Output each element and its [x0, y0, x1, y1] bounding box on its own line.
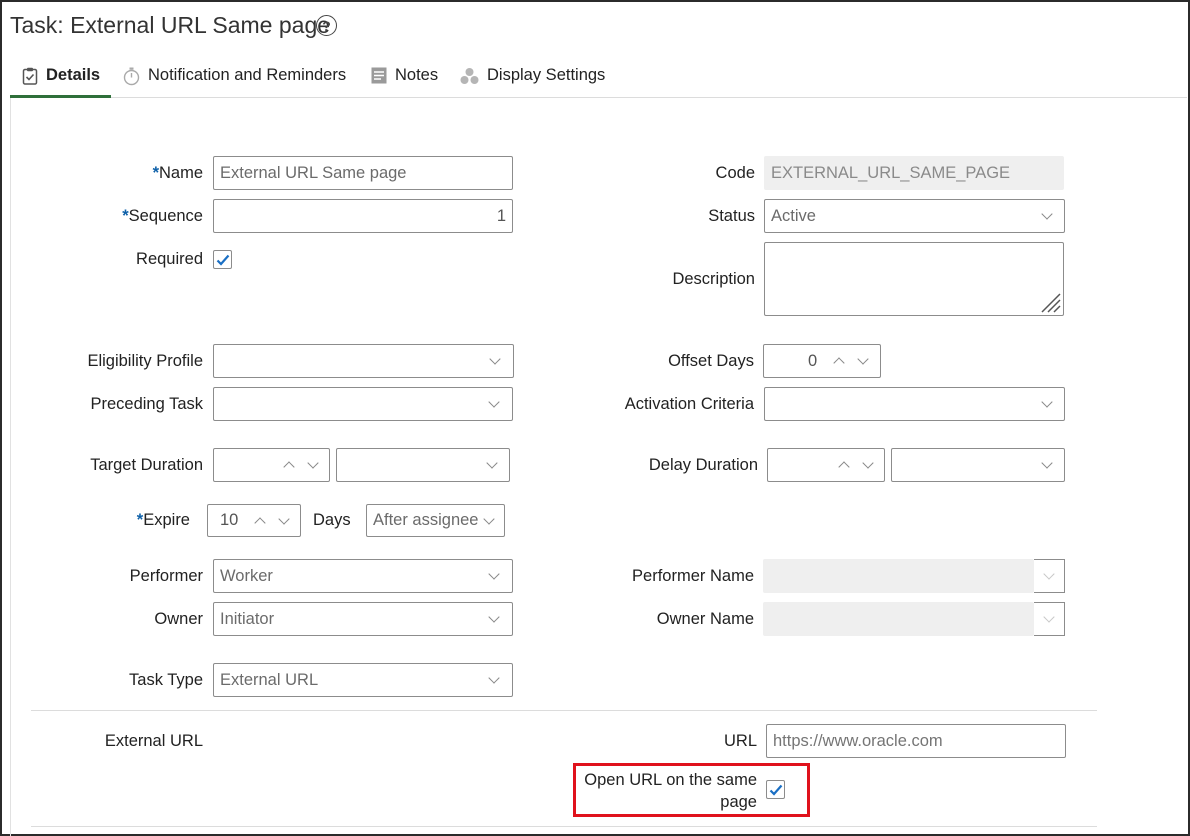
open-same-page-checkbox[interactable]	[766, 780, 785, 799]
offset-days-stepper[interactable]: 0	[763, 344, 881, 378]
description-textarea[interactable]	[764, 242, 1064, 316]
tab-notes[interactable]: Notes	[371, 66, 438, 97]
performer-select[interactable]: Worker	[213, 559, 513, 593]
tab-label: Notification and Reminders	[148, 66, 347, 84]
expire-label: *Expire	[136, 511, 190, 529]
eligibility-profile-select[interactable]	[213, 344, 514, 378]
code-field: EXTERNAL_URL_SAME_PAGE	[764, 156, 1064, 190]
chevron-down-icon[interactable]	[862, 457, 874, 469]
activation-criteria-label: Activation Criteria	[624, 395, 754, 413]
owner-name-field	[763, 602, 1034, 636]
chevron-down-icon	[488, 396, 500, 408]
chevron-down-icon	[489, 353, 501, 365]
chevron-up-icon[interactable]	[254, 517, 266, 529]
expire-days-label: Days	[313, 511, 351, 529]
delay-duration-stepper[interactable]	[767, 448, 885, 482]
expire-after-select[interactable]: After assignee	[366, 504, 505, 537]
performer-label: Performer	[129, 567, 203, 585]
checkmark-icon	[216, 254, 229, 266]
active-tab-indicator	[10, 95, 111, 98]
chevron-down-icon	[1043, 568, 1055, 580]
tab-label: Notes	[395, 66, 439, 84]
status-select[interactable]: Active	[764, 199, 1065, 233]
tab-display-settings[interactable]: Display Settings	[460, 66, 605, 97]
external-url-heading: External URL	[104, 732, 203, 750]
preceding-task-select[interactable]	[213, 387, 513, 421]
chevron-down-icon	[1043, 611, 1055, 623]
performer-name-dropdown	[1034, 559, 1065, 593]
target-duration-stepper[interactable]	[213, 448, 330, 482]
stopwatch-icon	[123, 67, 140, 91]
chevron-down-icon	[488, 568, 500, 580]
display-settings-icon	[460, 67, 479, 90]
section-divider	[31, 826, 1097, 827]
preceding-task-label: Preceding Task	[90, 395, 203, 413]
chevron-down-icon[interactable]	[278, 513, 290, 525]
required-checkbox[interactable]	[213, 250, 232, 269]
owner-name-dropdown	[1034, 602, 1065, 636]
expire-stepper[interactable]: 10	[207, 504, 301, 537]
page-title: Task: External URL Same page	[10, 12, 331, 38]
chevron-down-icon	[486, 457, 498, 469]
content-left-border	[10, 98, 11, 836]
name-label: *Name	[152, 164, 203, 182]
offset-days-label: Offset Days	[668, 352, 754, 370]
target-duration-label: Target Duration	[90, 456, 203, 474]
owner-label: Owner	[154, 610, 203, 628]
eligibility-profile-label: Eligibility Profile	[87, 352, 203, 370]
delay-duration-unit-select[interactable]	[891, 448, 1065, 482]
note-icon	[371, 67, 387, 89]
activation-criteria-select[interactable]	[764, 387, 1065, 421]
delay-duration-label: Delay Duration	[648, 456, 758, 474]
chevron-up-icon[interactable]	[833, 357, 845, 369]
tab-notification-and-reminders[interactable]: Notification and Reminders	[123, 66, 346, 97]
chevron-up-icon[interactable]	[838, 461, 850, 473]
chevron-down-icon[interactable]	[857, 353, 869, 365]
description-label: Description	[672, 270, 755, 288]
open-same-page-label: Open URL on the same page	[584, 771, 757, 811]
code-label: Code	[715, 164, 755, 182]
chevron-down-icon	[1041, 457, 1053, 469]
checkmark-icon	[769, 784, 782, 796]
tab-label: Display Settings	[487, 66, 606, 84]
tabs-divider	[10, 97, 1187, 98]
section-divider	[31, 710, 1097, 711]
owner-name-label: Owner Name	[656, 610, 754, 628]
target-duration-unit-select[interactable]	[336, 448, 510, 482]
performer-name-label: Performer Name	[632, 567, 754, 585]
url-input[interactable]	[766, 724, 1066, 758]
tab-label: Details	[46, 66, 101, 84]
chevron-down-icon[interactable]	[307, 457, 319, 469]
chevron-down-icon	[488, 672, 500, 684]
clipboard-check-icon	[22, 67, 38, 90]
resize-handle-icon[interactable]	[1039, 291, 1061, 313]
chevron-down-icon	[483, 513, 495, 525]
chevron-down-icon	[488, 611, 500, 623]
name-input[interactable]: External URL Same page	[213, 156, 513, 190]
url-label: URL	[723, 732, 757, 750]
performer-name-field	[763, 559, 1034, 593]
status-label: Status	[708, 207, 755, 225]
chevron-down-icon	[1041, 208, 1053, 220]
owner-select[interactable]: Initiator	[213, 602, 513, 636]
chevron-down-icon	[1041, 396, 1053, 408]
sequence-label: *Sequence	[122, 207, 203, 225]
task-type-label: Task Type	[129, 671, 203, 689]
tab-details[interactable]: Details	[22, 66, 100, 97]
required-label: Required	[136, 250, 203, 268]
task-type-select[interactable]: External URL	[213, 663, 513, 697]
sequence-input[interactable]: 1	[213, 199, 513, 233]
help-icon[interactable]: ?	[316, 15, 337, 36]
chevron-up-icon[interactable]	[283, 461, 295, 473]
